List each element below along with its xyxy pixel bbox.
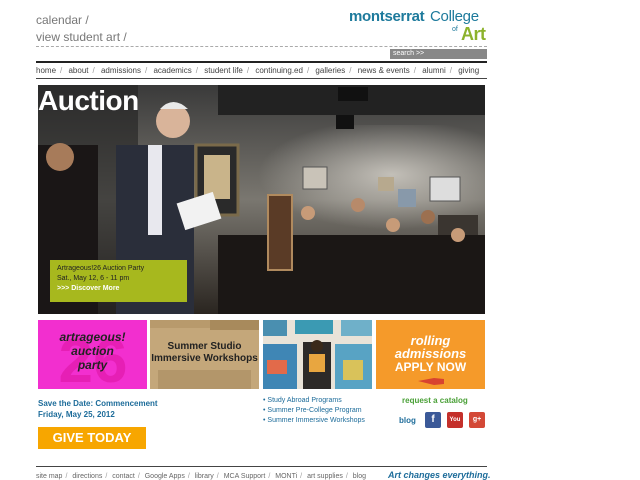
footer-mca-support[interactable]: MCA Support [224, 473, 266, 480]
footer-links: site map / directions / contact / Google Ap… [36, 473, 366, 480]
promo-event-date: Sat., May 12, 6 - 11 pm [57, 275, 130, 282]
summer-tile-text: Summer Studio Immersive Workshops [150, 341, 259, 365]
facebook-icon[interactable]: f [425, 412, 441, 428]
view-student-art-link[interactable]: view student art / [36, 30, 127, 44]
calendar-link[interactable]: calendar / [36, 13, 89, 27]
nav-student-life[interactable]: student life [204, 66, 243, 75]
tagline: Art changes everything. [388, 470, 491, 480]
rolling-line2: admissions [394, 346, 467, 361]
give-today-button[interactable]: GIVE TODAY [38, 427, 146, 449]
auction-tile-line3: party [77, 358, 108, 372]
discover-more-link[interactable]: >>> Discover More [57, 284, 187, 294]
nav-alumni[interactable]: alumni [422, 66, 446, 75]
commencement-date: Friday, May 25, 2012 [38, 410, 115, 419]
summer-tile-line1: Summer Studio [167, 341, 242, 352]
header-divider [36, 46, 487, 47]
footer-site-map[interactable]: site map [36, 473, 62, 480]
top-links: calendar / view student art / [36, 12, 127, 46]
nav-admissions[interactable]: admissions [101, 66, 141, 75]
apply-now-button[interactable]: APPLY NOW [376, 360, 485, 374]
rolling-admissions-text: rolling admissions [376, 334, 485, 360]
footer-directions[interactable]: directions [72, 473, 102, 480]
logo-college: College [430, 8, 479, 25]
summer-tile-line2: Immersive Workshops [151, 353, 258, 364]
auction-party-tile[interactable]: 26 artrageous! auction party [38, 320, 147, 389]
main-nav: home / about / admissions / academics / stud… [36, 66, 480, 75]
youtube-icon[interactable]: You [447, 412, 463, 428]
pre-college-link[interactable]: • Summer Pre-College Program [263, 406, 365, 416]
summer-studio-tile[interactable]: Summer Studio Immersive Workshops [150, 320, 259, 389]
commencement-title: Save the Date: Commencement [38, 399, 158, 408]
logo-montserrat: montserrat [349, 8, 425, 25]
nav-continuing-ed[interactable]: continuing.ed [255, 66, 303, 75]
hero-title: Auction [38, 85, 139, 116]
immersive-workshops-link[interactable]: • Summer Immersive Workshops [263, 416, 365, 426]
nav-giving[interactable]: giving [458, 66, 479, 75]
blog-link[interactable]: blog [399, 416, 416, 425]
footer-library[interactable]: library [195, 473, 214, 480]
footer-art-supplies[interactable]: art supplies [307, 473, 343, 480]
footer-google-apps[interactable]: Google Apps [145, 473, 185, 480]
footer-contact[interactable]: contact [112, 473, 135, 480]
hero-banner[interactable]: Auction Artrageous!26 Auction Party Sat.… [38, 85, 485, 314]
promo-event-name: Artrageous!26 Auction Party [57, 265, 145, 272]
request-catalog-link[interactable]: request a catalog [402, 396, 468, 405]
study-abroad-link[interactable]: • Study Abroad Programs [263, 396, 365, 406]
footer-monti[interactable]: MONTi [275, 473, 297, 480]
logo-art: Art [461, 24, 486, 44]
auction-promo-box[interactable]: Artrageous!26 Auction Party Sat., May 12… [50, 260, 187, 302]
nav-home[interactable]: home [36, 66, 56, 75]
commencement-notice[interactable]: Save the Date: Commencement Friday, May … [38, 398, 158, 420]
footer-rule [36, 466, 487, 467]
art-collage-tile[interactable] [263, 320, 372, 389]
auction-tile-line1: artrageous! [59, 330, 126, 344]
search-button[interactable]: search >> [390, 49, 487, 59]
rolling-admissions-tile[interactable]: rolling admissions APPLY NOW [376, 320, 485, 389]
pointing-hand-icon [418, 378, 444, 385]
logo-of: of [452, 26, 458, 33]
nav-news-events[interactable]: news & events [358, 66, 410, 75]
footer-blog[interactable]: blog [353, 473, 366, 480]
auction-tile-line2: auction [71, 344, 114, 358]
nav-academics[interactable]: academics [153, 66, 191, 75]
nav-galleries[interactable]: galleries [315, 66, 345, 75]
auction-tile-text: artrageous! auction party [38, 330, 147, 372]
program-links: • Study Abroad Programs • Summer Pre-Col… [263, 396, 365, 426]
nav-top-rule [36, 61, 487, 63]
college-logo[interactable]: montserrat College of Art [349, 8, 487, 44]
nav-about[interactable]: about [68, 66, 88, 75]
collage-graphic [263, 320, 372, 389]
nav-bottom-rule [36, 78, 487, 79]
google-plus-icon[interactable]: g+ [469, 412, 485, 428]
